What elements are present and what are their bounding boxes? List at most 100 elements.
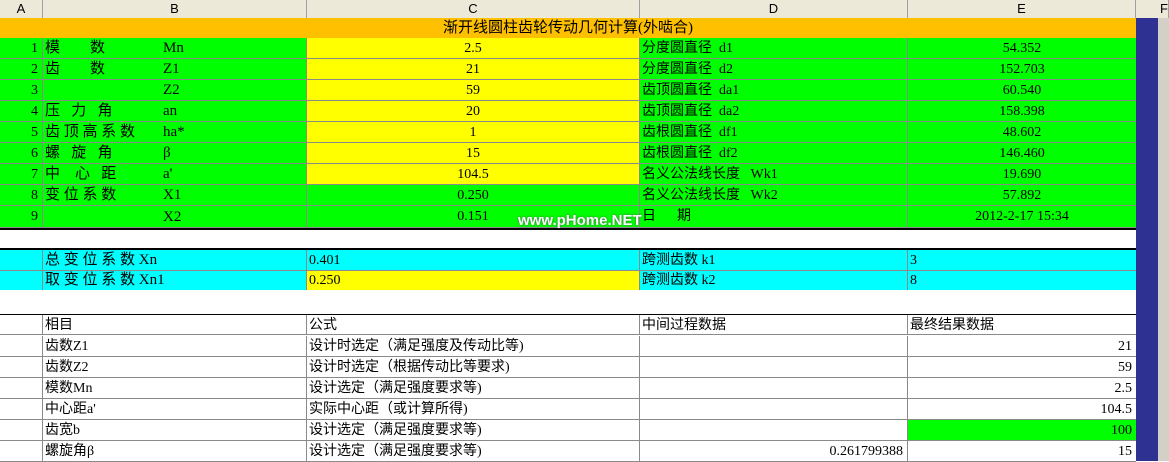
derived-label[interactable]: 日 期: [640, 206, 908, 228]
param-index[interactable]: 6: [0, 143, 43, 164]
summary-idx-2[interactable]: [0, 271, 43, 290]
param-label-cell[interactable]: 齿 数 Z1: [43, 59, 307, 80]
summary-idx-1[interactable]: [0, 250, 43, 271]
param-label-cell[interactable]: 模 数 Mn: [43, 38, 307, 59]
results-header-final[interactable]: 最终结果数据: [908, 315, 1136, 335]
sheet-title[interactable]: 渐开线圆柱齿轮传动几何计算(外啮合): [0, 18, 1136, 38]
row-item[interactable]: 模数Mn: [43, 378, 307, 399]
grey-margin: [1158, 18, 1169, 461]
derived-value[interactable]: 60.540: [908, 80, 1136, 101]
derived-label[interactable]: 分度圆直径 d2: [640, 59, 908, 80]
derived-label[interactable]: 齿根圆直径 df1: [640, 122, 908, 143]
row-formula[interactable]: 设计选定（满足强度要求等): [307, 420, 640, 441]
row-mid-value[interactable]: 0.261799388: [640, 441, 908, 462]
row-mid-value[interactable]: [640, 420, 908, 441]
param-index[interactable]: 5: [0, 122, 43, 143]
derived-value[interactable]: 158.398: [908, 101, 1136, 122]
param-row: 6螺 旋 角 β 15 齿根圆直径 df2 146.460: [0, 143, 1136, 164]
param-value[interactable]: 59: [307, 80, 640, 101]
row-formula[interactable]: 设计选定（满足强度要求等): [307, 378, 640, 399]
derived-label[interactable]: 齿顶圆直径 da1: [640, 80, 908, 101]
row-item[interactable]: 齿数Z1: [43, 336, 307, 357]
param-value[interactable]: 2.5: [307, 38, 640, 59]
param-value[interactable]: 21: [307, 59, 640, 80]
param-label-cell[interactable]: 变 位 系 数 X1: [43, 185, 307, 206]
derived-label[interactable]: 齿顶圆直径 da2: [640, 101, 908, 122]
row-final-value[interactable]: 100: [908, 420, 1136, 441]
param-value[interactable]: 20: [307, 101, 640, 122]
summary-value-k2[interactable]: 8: [908, 271, 1136, 290]
row-formula[interactable]: 设计时选定（满足强度及传动比等): [307, 336, 640, 357]
row-item[interactable]: 中心距a': [43, 399, 307, 420]
summary-value-xn[interactable]: 0.401: [307, 250, 640, 271]
param-label-cell[interactable]: 齿 顶 高 系 数 ha*: [43, 122, 307, 143]
summary-value-xn1[interactable]: 0.250: [307, 271, 640, 290]
derived-value[interactable]: 19.690: [908, 164, 1136, 185]
param-index[interactable]: 3: [0, 80, 43, 101]
column-header-b[interactable]: B: [43, 0, 307, 18]
results-header-formula[interactable]: 公式: [307, 315, 640, 335]
derived-value[interactable]: 2012-2-17 15:34: [908, 206, 1136, 228]
row-final-value[interactable]: 21: [908, 336, 1136, 357]
row-item[interactable]: 螺旋角β: [43, 441, 307, 462]
param-index[interactable]: 7: [0, 164, 43, 185]
param-value[interactable]: 1: [307, 122, 640, 143]
row-index-cell[interactable]: [0, 357, 43, 378]
row-mid-value[interactable]: [640, 357, 908, 378]
summary-label-k1[interactable]: 跨测齿数 k1: [640, 250, 908, 271]
param-index[interactable]: 4: [0, 101, 43, 122]
param-label-cell[interactable]: 中 心 距 a': [43, 164, 307, 185]
row-final-value[interactable]: 59: [908, 357, 1136, 378]
results-header-idx[interactable]: [0, 315, 43, 335]
results-header-item[interactable]: 相目: [43, 315, 307, 335]
summary-label-xn[interactable]: 总 变 位 系 数 Xn: [43, 250, 307, 271]
derived-label[interactable]: 名义公法线长度 Wk2: [640, 185, 908, 206]
results-header-mid[interactable]: 中间过程数据: [640, 315, 908, 335]
column-header-a[interactable]: A: [0, 0, 43, 18]
row-index-cell[interactable]: [0, 420, 43, 441]
param-label-cell[interactable]: 螺 旋 角β: [43, 143, 307, 164]
param-index[interactable]: 8: [0, 185, 43, 206]
param-index[interactable]: 2: [0, 59, 43, 80]
row-mid-value[interactable]: [640, 336, 908, 357]
derived-value[interactable]: 57.892: [908, 185, 1136, 206]
row-formula[interactable]: 设计选定（满足强度要求等): [307, 441, 640, 462]
row-item[interactable]: 齿宽b: [43, 420, 307, 441]
param-index[interactable]: 9: [0, 206, 43, 228]
results-header-row: 相目 公式 中间过程数据 最终结果数据: [0, 315, 1136, 335]
param-label-cell[interactable]: Z2: [43, 80, 307, 101]
row-final-value[interactable]: 15: [908, 441, 1136, 462]
summary-label-xn1[interactable]: 取 变 位 系 数 Xn1: [43, 271, 307, 290]
param-value[interactable]: 15: [307, 143, 640, 164]
row-formula[interactable]: 实际中心距（或计算所得): [307, 399, 640, 420]
derived-value[interactable]: 152.703: [908, 59, 1136, 80]
row-final-value[interactable]: 2.5: [908, 378, 1136, 399]
row-final-value[interactable]: 104.5: [908, 399, 1136, 420]
param-value[interactable]: 0.250: [307, 185, 640, 206]
column-header-d[interactable]: D: [640, 0, 908, 18]
summary-value-k1[interactable]: 3: [908, 250, 1136, 271]
derived-label[interactable]: 齿根圆直径 df2: [640, 143, 908, 164]
summary-label-k2[interactable]: 跨测齿数 k2: [640, 271, 908, 290]
param-label-cell[interactable]: X2: [43, 206, 307, 228]
param-label-cell[interactable]: 压 力 角 an: [43, 101, 307, 122]
column-header-e[interactable]: E: [908, 0, 1136, 18]
row-mid-value[interactable]: [640, 399, 908, 420]
row-index-cell[interactable]: [0, 378, 43, 399]
row-index-cell[interactable]: [0, 441, 43, 462]
param-index[interactable]: 1: [0, 38, 43, 59]
derived-value[interactable]: 48.602: [908, 122, 1136, 143]
row-mid-value[interactable]: [640, 378, 908, 399]
row-index-cell[interactable]: [0, 336, 43, 357]
row-index-cell[interactable]: [0, 399, 43, 420]
column-header-c[interactable]: C: [307, 0, 640, 18]
derived-value[interactable]: 146.460: [908, 143, 1136, 164]
derived-label[interactable]: 分度圆直径 d1: [640, 38, 908, 59]
derived-label[interactable]: 名义公法线长度 Wk1: [640, 164, 908, 185]
row-formula[interactable]: 设计时选定（根据传动比等要求): [307, 357, 640, 378]
column-header-f[interactable]: F: [1136, 0, 1169, 18]
param-row: 2齿 数 Z1 21 分度圆直径 d2 152.703: [0, 59, 1136, 80]
param-value[interactable]: 104.5: [307, 164, 640, 185]
derived-value[interactable]: 54.352: [908, 38, 1136, 59]
row-item[interactable]: 齿数Z2: [43, 357, 307, 378]
